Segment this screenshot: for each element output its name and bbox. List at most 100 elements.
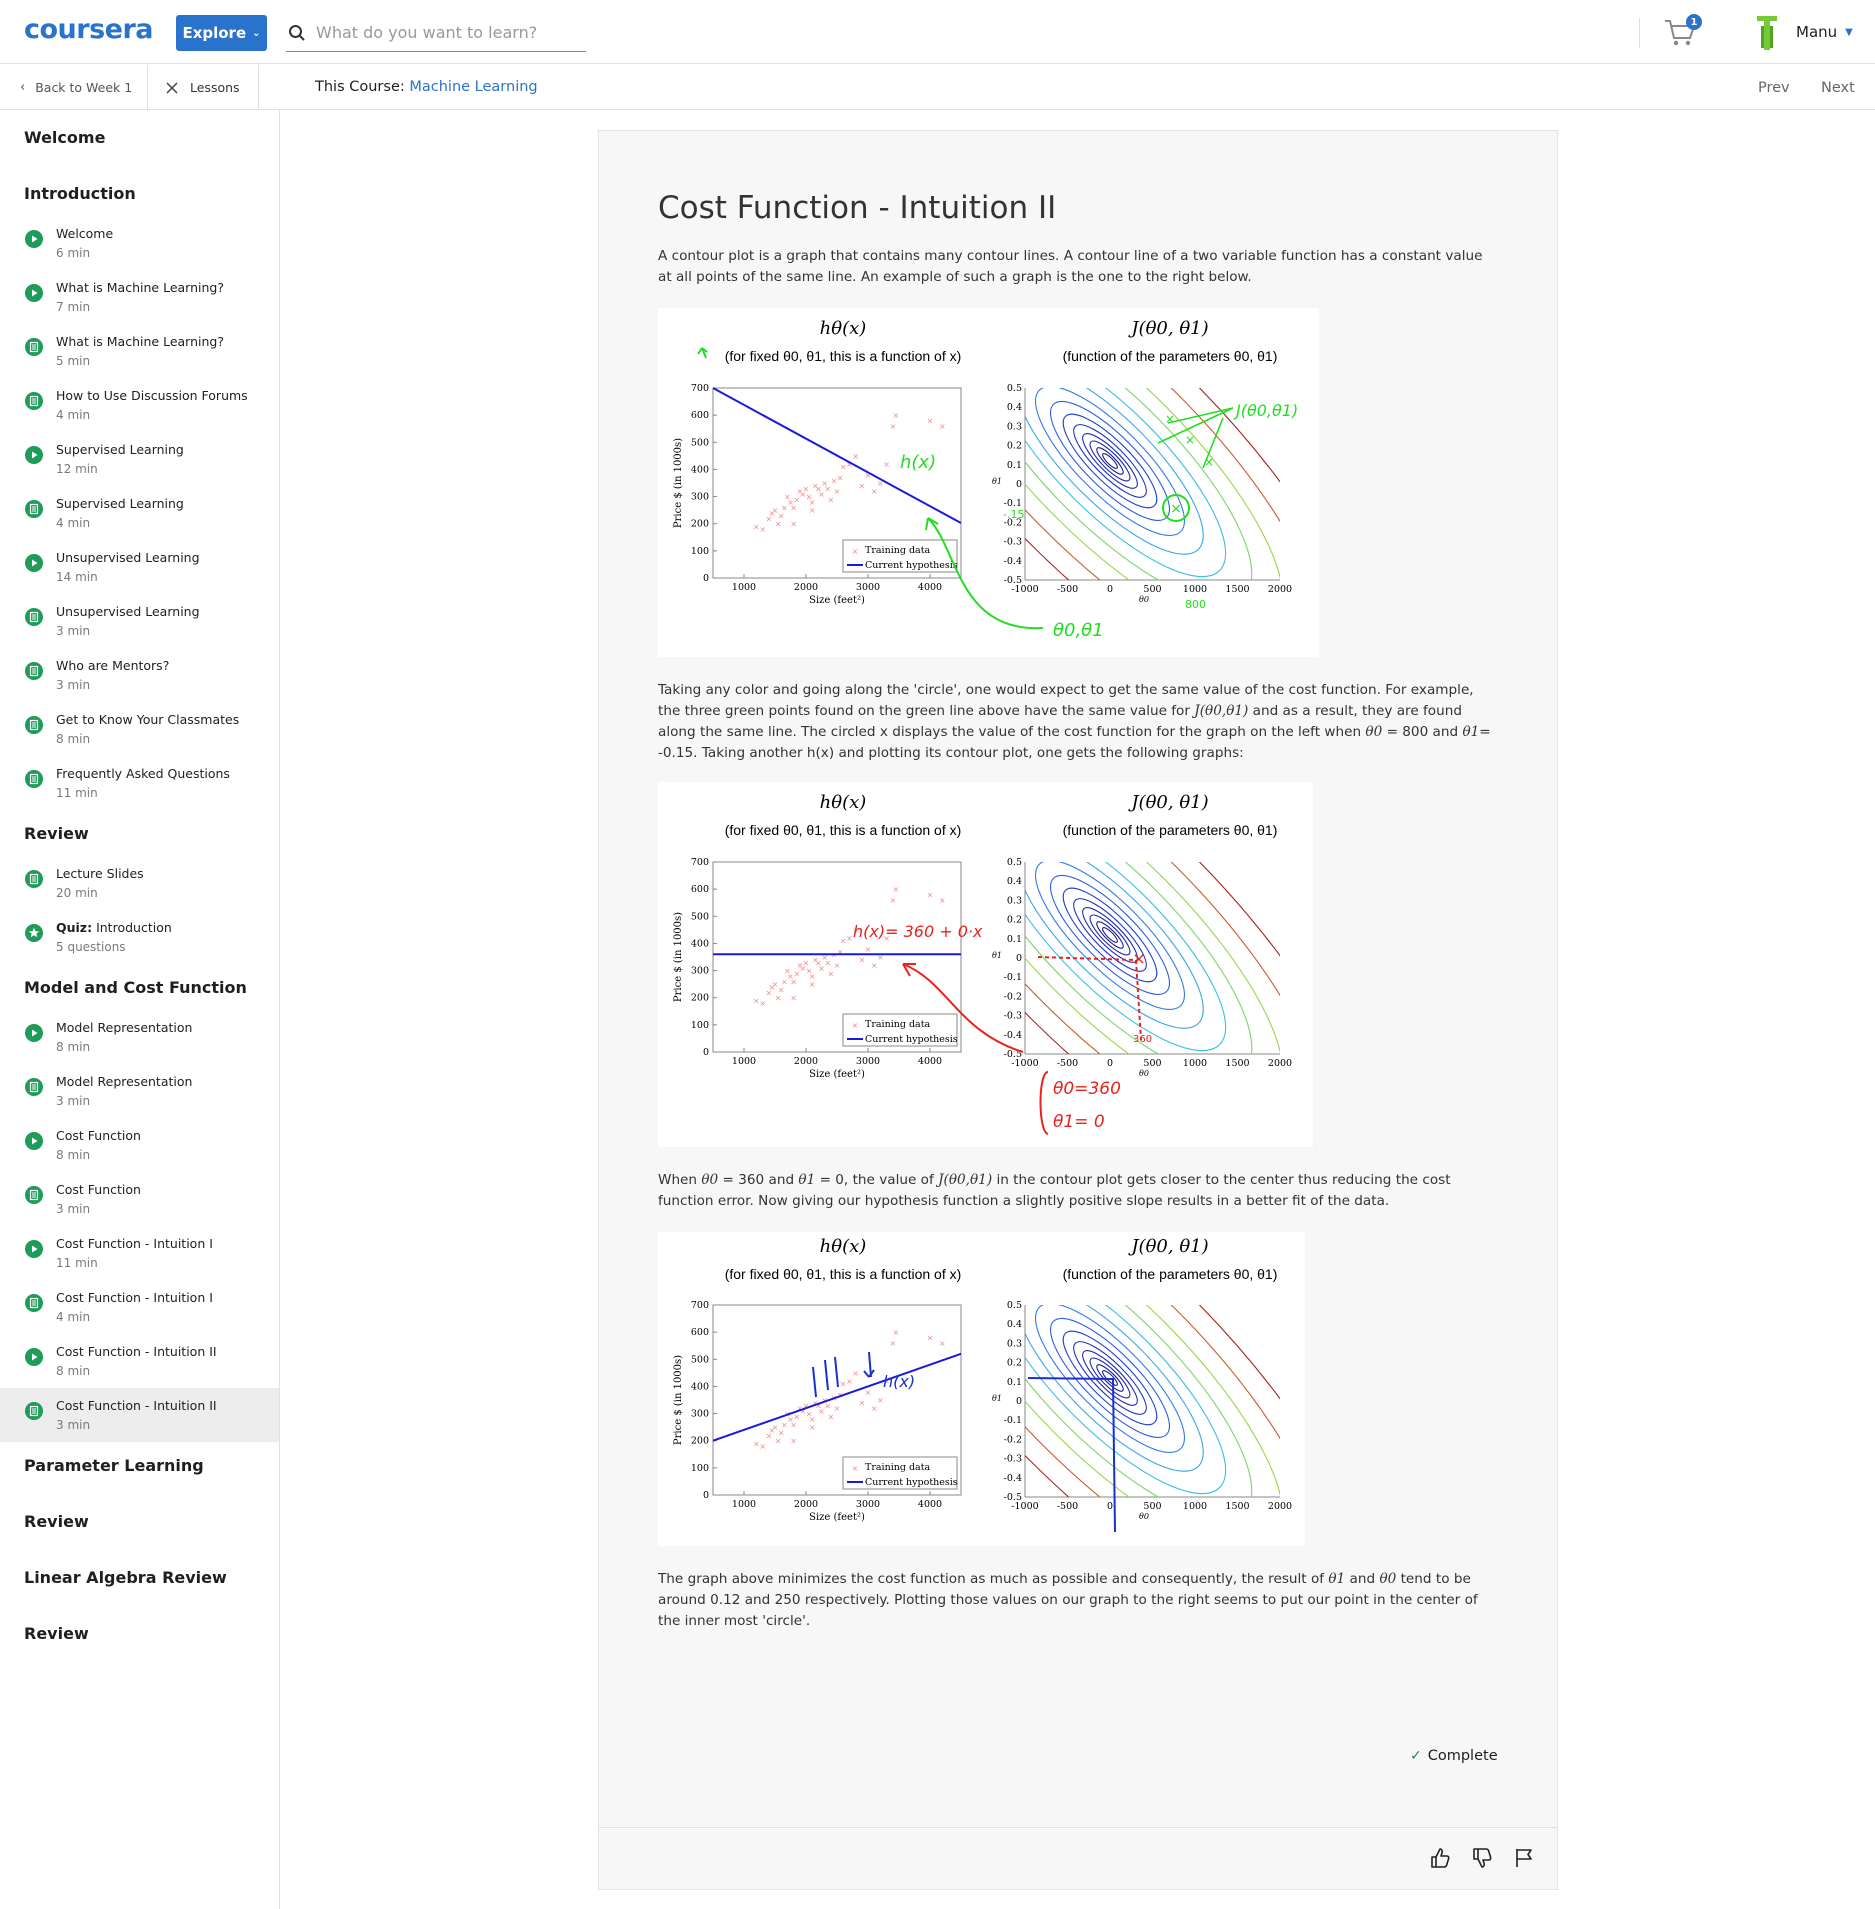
coursera-logo[interactable]: coursera (24, 14, 154, 45)
left-chart-title: hθ(x) (820, 1236, 867, 1257)
paragraph-3: When θ0 = 360 and θ1 = 0, the value of J… (658, 1170, 1498, 1212)
complete-button[interactable]: ✓ Complete (1410, 1748, 1498, 1764)
sidebar-lesson-item[interactable]: Cost Function - Intuition I 11 min (0, 1226, 279, 1280)
paragraph-2: Taking any color and going along the 'ci… (658, 680, 1498, 764)
avatar[interactable] (1754, 12, 1780, 52)
thumbs-down-icon[interactable] (1470, 1846, 1494, 1870)
paragraph-1: A contour plot is a graph that contains … (658, 248, 1483, 285)
lesson-title: Model Representation (56, 1074, 192, 1089)
sidebar-lesson-item[interactable]: Supervised Learning 4 min (0, 486, 279, 540)
reading-icon (25, 608, 43, 626)
theta-annotation: θ0,θ1 (1053, 620, 1104, 641)
lesson-title: Welcome (56, 226, 113, 241)
reading-icon (25, 770, 43, 788)
flag-icon[interactable] (1512, 1846, 1536, 1870)
lesson-title: Lecture Slides (56, 866, 144, 881)
sidebar-section-title[interactable]: Review (24, 824, 89, 843)
sidebar-lesson-item[interactable]: Quiz: Introduction 5 questions (0, 910, 279, 964)
right-chart-subtitle: (function of the parameters θ0, θ1) (1063, 822, 1278, 838)
contour-ring (1089, 440, 1131, 482)
figure-1: hθ(x) (for fixed θ0, θ1, this is a functi… (658, 308, 1319, 657)
sidebar-section-title[interactable]: Parameter Learning (24, 1456, 204, 1475)
training-point: × (809, 506, 816, 515)
sidebar-lesson-item[interactable]: Supervised Learning 12 min (0, 432, 279, 486)
sidebar-lesson-item[interactable]: Model Representation 8 min (0, 1010, 279, 1064)
sidebar-lesson-item[interactable]: Get to Know Your Classmates 8 min (0, 702, 279, 756)
sidebar-section-title[interactable]: Introduction (24, 184, 136, 203)
contour-ring (1073, 424, 1147, 498)
training-point: × (790, 1437, 797, 1446)
contour-ring (1025, 1305, 1204, 1472)
header-divider (1639, 18, 1640, 48)
lesson-title: Cost Function (56, 1182, 141, 1197)
sidebar-lesson-item[interactable]: Model Representation 3 min (0, 1064, 279, 1118)
green-point: × (1204, 455, 1214, 469)
lesson-title-text: Unsupervised Learning (56, 550, 200, 565)
sidebar-lesson-item[interactable]: Cost Function - Intuition II 3 min (0, 1388, 279, 1442)
lesson-title: Cost Function - Intuition II (56, 1398, 217, 1413)
sidebar-lesson-item[interactable]: Unsupervised Learning 3 min (0, 594, 279, 648)
y-tick-label: 300 (691, 492, 709, 503)
contour-x-tick-label: 1500 (1225, 584, 1249, 595)
sidebar-lesson-item[interactable]: What is Machine Learning? 7 min (0, 270, 279, 324)
training-point: × (852, 452, 859, 461)
contour-y-tick-label: 0.4 (1007, 402, 1022, 413)
y-tick-label: 300 (691, 966, 709, 977)
next-button[interactable]: Next (1821, 80, 1855, 96)
sidebar-lesson-item[interactable]: Welcome 6 min (0, 216, 279, 270)
theta1-annotation: θ1= 0 (1053, 1112, 1105, 1132)
lesson-duration: 4 min (56, 516, 91, 530)
x-tick-label: 4000 (918, 1056, 942, 1067)
sidebar-section-title[interactable]: Model and Cost Function (24, 978, 247, 997)
contour-y-tick-label: 0.2 (1007, 915, 1022, 926)
lesson-duration: 3 min (56, 1094, 91, 1108)
lesson-duration: 8 min (56, 732, 91, 746)
hx-blue-annotation: h(x) (883, 1372, 915, 1391)
course-link[interactable]: Machine Learning (409, 79, 537, 95)
training-point: × (790, 520, 797, 529)
contour-y-tick-label: -0.4 (1004, 1473, 1022, 1484)
legend-marker: × (852, 1464, 859, 1473)
contour-y-tick-label: 0.2 (1007, 441, 1022, 452)
y-axis-label: Price $ (in 1000s) (673, 1355, 684, 1445)
sidebar-lesson-item[interactable]: Frequently Asked Questions 11 min (0, 756, 279, 810)
training-point: × (893, 1328, 900, 1337)
lesson-title: Cost Function - Intuition I (56, 1236, 213, 1251)
user-menu[interactable]: Manu ▼ (1796, 23, 1853, 41)
explore-button[interactable]: Explore ⌄ (176, 15, 267, 51)
lesson-duration: 11 min (56, 786, 98, 800)
training-point: × (775, 1437, 782, 1446)
sidebar-lesson-item[interactable]: Cost Function - Intuition I 4 min (0, 1280, 279, 1334)
sidebar-lesson-item[interactable]: Unsupervised Learning 14 min (0, 540, 279, 594)
lesson-title: Who are Mentors? (56, 658, 169, 673)
sidebar-lesson-item[interactable]: Who are Mentors? 3 min (0, 648, 279, 702)
lessons-button[interactable]: Lessons (148, 65, 259, 110)
legend-marker: × (852, 1021, 859, 1030)
thumbs-up-icon[interactable] (1428, 1846, 1452, 1870)
prev-button[interactable]: Prev (1758, 80, 1790, 96)
sidebar-section-title[interactable]: Linear Algebra Review (24, 1568, 227, 1587)
sidebar-section-title[interactable]: Review (24, 1624, 89, 1643)
contour-x-tick-label: -500 (1057, 1501, 1078, 1512)
contour-x-tick-label: -1000 (1011, 1058, 1038, 1069)
sidebar-section-title[interactable]: Review (24, 1512, 89, 1531)
chevron-left-icon: ‹ (20, 80, 26, 95)
sidebar-lesson-item[interactable]: Cost Function 8 min (0, 1118, 279, 1172)
training-point: × (858, 482, 865, 491)
sidebar-section-title[interactable]: Welcome (24, 128, 105, 147)
contour-x-axis-label: θ0 (1139, 1069, 1149, 1078)
y-tick-label: 100 (691, 1463, 709, 1474)
contour-y-tick-label: -0.3 (1004, 537, 1022, 548)
sidebar-lesson-item[interactable]: How to Use Discussion Forums 4 min (0, 378, 279, 432)
contour-y-tick-label: 0.1 (1007, 460, 1022, 471)
sidebar-lesson-item[interactable]: Cost Function 3 min (0, 1172, 279, 1226)
sidebar-lesson-item[interactable]: Cost Function - Intuition II 8 min (0, 1334, 279, 1388)
lesson-title-text: Who are Mentors? (56, 658, 170, 673)
back-to-week-button[interactable]: ‹ Back to Week 1 (0, 65, 148, 110)
right-chart-subtitle: (function of the parameters θ0, θ1) (1063, 1266, 1278, 1282)
search-input[interactable] (316, 23, 576, 42)
right-chart-subtitle: (function of the parameters θ0, θ1) (1063, 348, 1278, 364)
sidebar-lesson-item[interactable]: What is Machine Learning? 5 min (0, 324, 279, 378)
sidebar-lesson-item[interactable]: Lecture Slides 20 min (0, 856, 279, 910)
legend-training: Training data (865, 1019, 931, 1030)
